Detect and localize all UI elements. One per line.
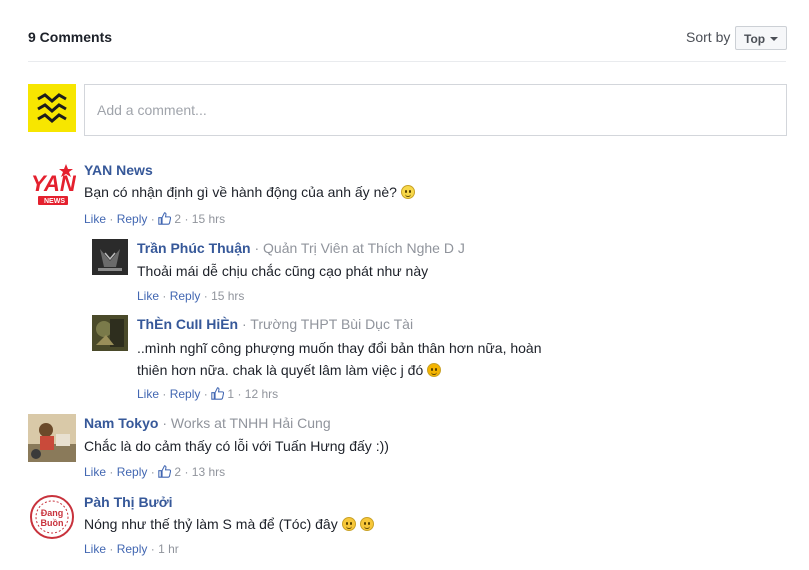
timestamp[interactable]: 1 hr [158,542,179,556]
comment-item: Đang Buồn Pàh Thị Bưởi Nóng như thế thỷ … [28,493,788,559]
sort-dropdown[interactable]: Top [735,26,787,50]
reply-link[interactable]: Reply [117,212,148,226]
reply-link[interactable]: Reply [117,465,148,479]
author-byline: · Quản Trị Viên at Thích Nghe D J [254,240,465,256]
author-byline: · Trường THPT Bùi Dục Tài [242,316,414,332]
like-link[interactable]: Like [137,289,159,303]
comment-item: YAN NEWS YAN News Bạn có nhận định gì về… [28,161,788,231]
reply-item: Trần Phúc Thuận · Quản Trị Viên at Thích… [92,239,782,305]
like-link[interactable]: Like [84,542,106,556]
like-link[interactable]: Like [84,465,106,479]
like-count: 1 [227,387,235,401]
reply-item: ThÈn CuII HiÈn · Trường THPT Bùi Dục Tài… [92,315,782,405]
comment-item: Nam Tokyo · Works at TNHH Hải Cung Chắc … [28,414,788,484]
timestamp[interactable]: 15 hrs [211,289,244,303]
reply-link[interactable]: Reply [117,542,148,556]
comment-actions: Like · Reply · 1 hr [84,542,179,556]
grin-emoji-icon [427,363,442,377]
comment-actions: Like · Reply · 1 · 12 hrs [137,387,279,401]
avatar[interactable]: YAN NEWS [28,161,76,209]
thumbs-up-icon [158,465,172,478]
reply-link[interactable]: Reply [170,289,201,303]
tongue-emoji-icon [359,517,374,531]
user-photo-icon [92,239,128,275]
timestamp[interactable]: 12 hrs [245,387,278,401]
comment-author[interactable]: Pàh Thị Bưởi [84,494,173,510]
avatar[interactable]: Đang Buồn [28,493,76,541]
comment-text: Nóng như thế thỷ làm S mà để (Tóc) đây [84,513,734,535]
sort-label: Sort by [686,29,731,45]
like-link[interactable]: Like [84,212,106,226]
avatar[interactable] [28,414,76,462]
reply-link[interactable]: Reply [170,387,201,401]
avatar[interactable] [92,239,128,275]
comment-actions: Like · Reply · 2 · 13 hrs [84,465,226,479]
sort-value: Top [744,32,766,46]
like-link[interactable]: Like [137,387,159,401]
user-photo-icon [92,315,128,351]
comment-author[interactable]: YAN News [84,162,153,178]
author-byline: · Works at TNHH Hải Cung [162,415,331,431]
comment-author[interactable]: Nam Tokyo [84,415,158,431]
comment-text: Chắc là do cảm thấy có lỗi với Tuấn Hưng… [84,438,389,454]
stamp-logo-icon: Đang Buồn [28,493,76,541]
comment-count: 9 Comments [28,29,113,45]
yan-news-logo-icon: YAN NEWS [28,161,76,209]
comment-text: Bạn có nhận định gì về hành động của anh… [84,181,734,203]
user-photo-icon [28,414,76,462]
smile-emoji-icon [400,185,415,199]
thumbs-up-icon [158,212,172,225]
comment-text: Thoải mái dễ chịu chắc cũng cạo phát như… [137,263,429,279]
like-count: 2 [174,212,182,226]
header-divider [28,61,786,62]
comment-input[interactable] [84,84,787,136]
user-avatar[interactable] [28,84,76,132]
svg-text:NEWS: NEWS [44,198,65,205]
avatar[interactable] [92,315,128,351]
comments-header: 9 Comments Sort by Top [0,0,809,60]
thumbs-up-icon [211,387,225,400]
chevron-down-icon [770,37,778,41]
like-count: 2 [174,465,182,479]
timestamp[interactable]: 15 hrs [192,212,225,226]
wave-logo-icon [28,84,76,132]
timestamp[interactable]: 13 hrs [192,465,225,479]
comment-actions: Like · Reply · 2 · 15 hrs [84,212,226,226]
comment-text: ..mình nghĩ công phượng muốn thay đổi bả… [137,340,542,378]
comment-author[interactable]: ThÈn CuII HiÈn [137,316,238,332]
tongue-emoji-icon [341,517,356,531]
svg-text:Đang: Đang [41,508,64,518]
comment-author[interactable]: Trần Phúc Thuận [137,240,251,256]
svg-text:Buồn: Buồn [41,518,64,528]
comment-actions: Like · Reply · 15 hrs [137,289,245,303]
